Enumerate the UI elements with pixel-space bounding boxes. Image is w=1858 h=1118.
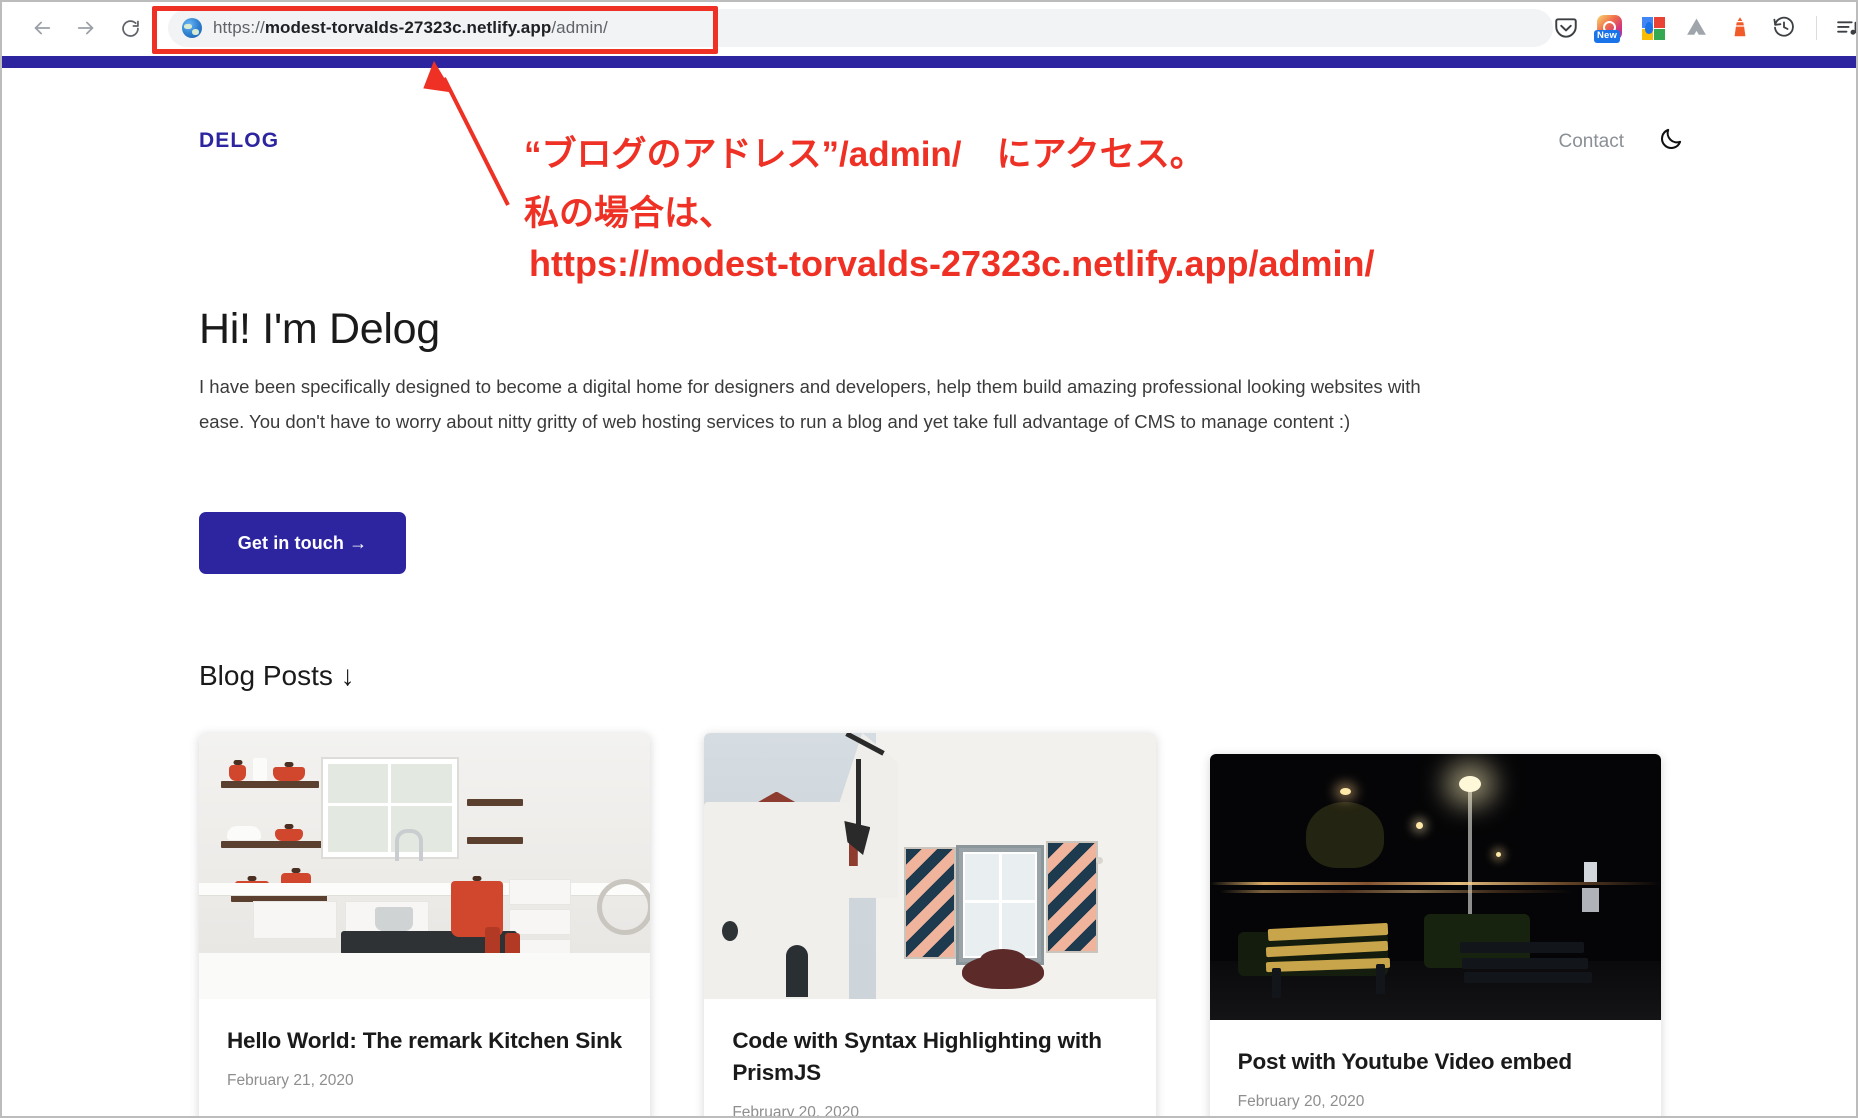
site-logo[interactable]: DELOG: [199, 129, 279, 153]
get-in-touch-button[interactable]: Get in touch →: [199, 512, 406, 574]
post-title: Code with Syntax Highlighting with Prism…: [732, 1028, 1102, 1085]
post-card-body: Hello World: The remark Kitchen Sink Feb…: [199, 999, 650, 1118]
reload-button[interactable]: [110, 8, 150, 48]
annotation-line-2: 私の場合は、: [524, 194, 735, 233]
blog-posts-heading: Blog Posts ↓: [199, 660, 355, 691]
site-favicon-icon: [182, 18, 202, 38]
screenshot-root: https://modest-torvalds-27323c.netlify.a…: [0, 0, 1858, 1118]
toolbar-extensions: New S: [1553, 15, 1858, 43]
post-date: February 20, 2020: [1237, 1093, 1365, 1110]
forward-button[interactable]: [66, 8, 106, 48]
post-thumbnail-kitchen: [199, 733, 651, 999]
instagram-icon[interactable]: New: [1594, 15, 1623, 43]
post-date: February 21, 2020: [227, 1072, 354, 1089]
page-title: Hi! I'm Delog: [199, 305, 440, 353]
drive-icon[interactable]: [1684, 15, 1710, 41]
blog-post-list: Hello World: The remark Kitchen Sink Feb…: [199, 733, 1661, 1118]
google-icon[interactable]: [1641, 16, 1666, 41]
blog-post-card[interactable]: Code with Syntax Highlighting with Prism…: [704, 733, 1156, 1118]
post-title: Hello World: The remark Kitchen Sink: [227, 1028, 622, 1053]
lighthouse-icon[interactable]: [1728, 15, 1754, 41]
url-scheme: https://: [213, 18, 265, 37]
url-path: /admin/: [551, 18, 608, 37]
url-host: modest-torvalds-27323c.netlify.app: [264, 18, 552, 37]
post-card-body: Post with Youtube Video embed February 2…: [1210, 1020, 1661, 1118]
address-bar[interactable]: https://modest-torvalds-27323c.netlify.a…: [168, 9, 1553, 47]
back-button[interactable]: [22, 8, 62, 48]
hero-description: I have been specifically designed to bec…: [199, 376, 1421, 432]
annotation-line-3: https://modest-torvalds-27323c.netlify.a…: [529, 243, 1375, 284]
post-card-body: Code with Syntax Highlighting with Prism…: [704, 999, 1155, 1118]
post-title: Post with Youtube Video embed: [1237, 1049, 1572, 1074]
site-top-strip: [0, 56, 1858, 68]
site-nav: Contact: [1559, 126, 1684, 157]
page-content: DELOG Contact Hi! I'm Delog I have been …: [0, 68, 1858, 1118]
annotation-line-1: “ブログのアドレス”/admin/ にアクセス。: [524, 135, 1205, 174]
post-thumbnail-building: [704, 733, 1156, 999]
navigation-buttons: [0, 8, 150, 48]
url-text: https://modest-torvalds-27323c.netlify.a…: [213, 18, 608, 38]
browser-toolbar: https://modest-torvalds-27323c.netlify.a…: [0, 0, 1858, 56]
nav-item-contact[interactable]: Contact: [1559, 131, 1624, 153]
post-thumbnail-night-park: [1209, 754, 1661, 1020]
blog-post-card[interactable]: Post with Youtube Video embed February 2…: [1209, 754, 1661, 1118]
pocket-icon[interactable]: [1553, 15, 1579, 41]
address-bar-wrapper: https://modest-torvalds-27323c.netlify.a…: [168, 9, 1553, 47]
moon-icon[interactable]: [1658, 126, 1684, 157]
post-date: February 20, 2020: [732, 1104, 859, 1118]
extension-new-badge: New: [1594, 30, 1621, 43]
history-icon[interactable]: [1772, 15, 1798, 41]
toolbar-divider: [1816, 16, 1817, 40]
blog-post-card[interactable]: Hello World: The remark Kitchen Sink Feb…: [199, 733, 651, 1118]
playlist-icon[interactable]: [1835, 15, 1858, 41]
